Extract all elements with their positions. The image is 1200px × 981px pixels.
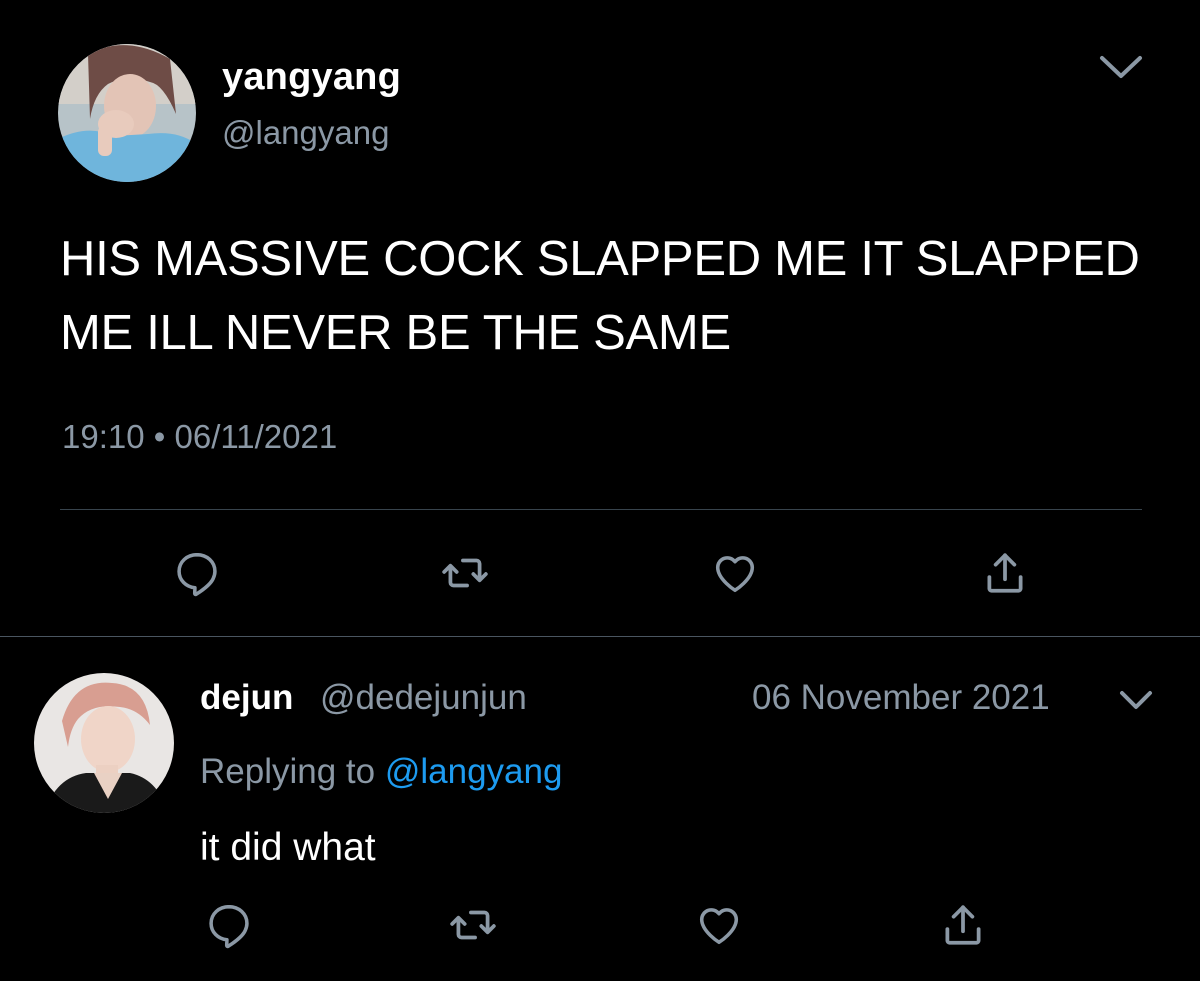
- reply-icon[interactable]: [204, 900, 254, 950]
- meta-separator: •: [153, 418, 166, 455]
- author-handle[interactable]: @dedejunjun: [320, 678, 527, 718]
- main-tweet: yangyang @langyang HIS MASSIVE COCK SLAP…: [0, 0, 1200, 636]
- author-name[interactable]: dejun: [200, 678, 293, 718]
- author-handle[interactable]: @langyang: [222, 114, 389, 152]
- reply-tweet: dejun @dedejunjun 06 November 2021 Reply…: [0, 637, 1200, 981]
- tweet-timestamp[interactable]: 19:10 • 06/11/2021: [62, 418, 337, 456]
- mention-link[interactable]: @langyang: [385, 752, 563, 791]
- tweet-text: it did what: [200, 826, 376, 869]
- retweet-icon[interactable]: [448, 900, 498, 950]
- heart-icon[interactable]: [694, 900, 744, 950]
- share-icon[interactable]: [980, 548, 1030, 598]
- tweet-date: 06/11/2021: [174, 418, 338, 455]
- tweet-date[interactable]: 06 November 2021: [752, 678, 1050, 718]
- replying-prefix: Replying to: [200, 752, 376, 791]
- replying-to: Replying to @langyang: [200, 752, 562, 792]
- chevron-down-icon[interactable]: [1118, 688, 1154, 712]
- divider: [60, 509, 1142, 510]
- reply-icon[interactable]: [172, 548, 222, 598]
- tweet-text: HIS MASSIVE COCK SLAPPED ME IT SLAPPED M…: [60, 232, 1140, 360]
- heart-icon[interactable]: [710, 548, 760, 598]
- author-name[interactable]: yangyang: [222, 56, 401, 99]
- tweet-time: 19:10: [62, 418, 145, 455]
- retweet-icon[interactable]: [440, 548, 490, 598]
- share-icon[interactable]: [938, 900, 988, 950]
- avatar[interactable]: [34, 673, 174, 813]
- avatar[interactable]: [58, 44, 196, 182]
- chevron-down-icon[interactable]: [1098, 52, 1144, 82]
